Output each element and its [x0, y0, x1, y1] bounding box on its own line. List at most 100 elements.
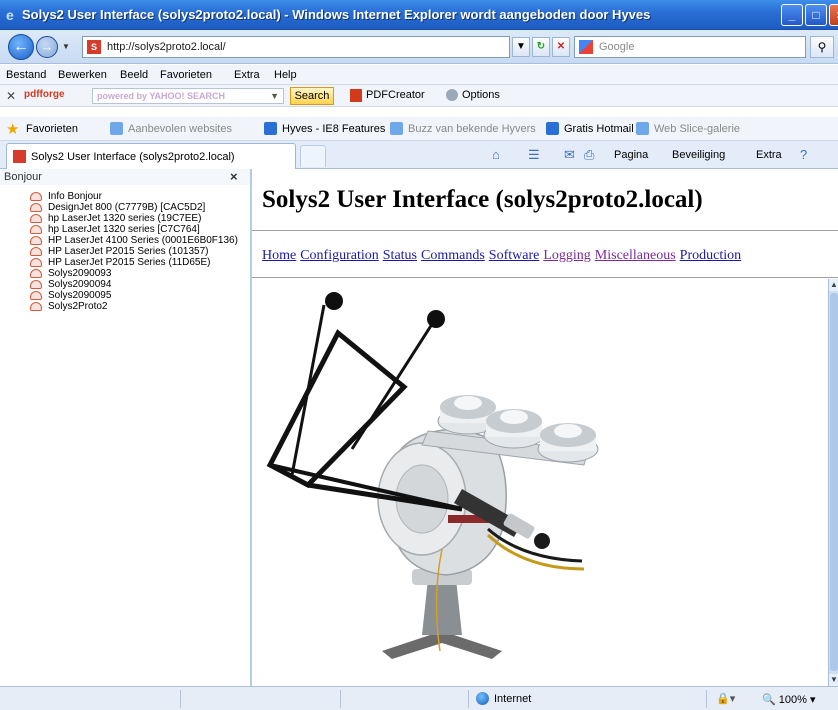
bonjour-item-label: Info Bonjour: [48, 191, 102, 202]
bonjour-header: Bonjour ×: [0, 169, 250, 185]
divider: [252, 277, 838, 278]
chevron-down-icon[interactable]: ▼: [270, 91, 279, 101]
fav-web-slice-galerie[interactable]: Web Slice-galerie: [654, 123, 740, 135]
scroll-up-icon[interactable]: ▲: [829, 279, 838, 291]
ie-logo-icon: e: [6, 7, 14, 23]
bonjour-item-label: Solys2Proto2: [48, 301, 108, 312]
menu-bestand[interactable]: Bestand: [6, 69, 46, 81]
favorites-button[interactable]: Favorieten: [26, 123, 78, 135]
bonjour-item-label: Solys2090094: [48, 279, 112, 290]
menu-bewerken[interactable]: Bewerken: [58, 69, 107, 81]
nav-link-logging[interactable]: Logging: [543, 248, 590, 263]
window-title: Solys2 User Interface (solys2proto2.loca…: [22, 7, 651, 22]
bonjour-pane: Bonjour × Info Bonjour DesignJet 800 (C77…: [0, 169, 252, 686]
menu-extra[interactable]: Extra: [234, 69, 260, 81]
feeds-icon[interactable]: ☰: [528, 147, 540, 163]
pdfcreator-button[interactable]: PDFCreator: [366, 89, 425, 101]
nav-link-production[interactable]: Production: [680, 248, 741, 263]
vertical-scrollbar[interactable]: ▲ ▼: [828, 279, 838, 686]
window-title-bar[interactable]: e Solys2 User Interface (solys2proto2.lo…: [0, 0, 838, 30]
bonjour-service-icon: [30, 247, 42, 256]
fav-gratis-hotmail[interactable]: Gratis Hotmail: [564, 123, 634, 135]
bonjour-item-label: hp LaserJet 1320 series [C7C764]: [48, 224, 200, 235]
bonjour-item-label: Solys2090093: [48, 268, 112, 279]
print-icon[interactable]: ⎙: [584, 147, 594, 163]
search-button[interactable]: ⚲: [810, 36, 834, 58]
status-divider: [340, 690, 341, 708]
bonjour-service-icon: [30, 280, 42, 289]
new-tab-button[interactable]: [300, 145, 326, 167]
home-icon[interactable]: ⌂: [492, 147, 500, 162]
mail-icon[interactable]: ✉: [564, 147, 575, 163]
nav-link-home[interactable]: Home: [262, 248, 296, 263]
tab-label: Solys2 User Interface (solys2proto2.loca…: [31, 151, 235, 163]
bonjour-service-icon: [30, 203, 42, 212]
yahoo-search-input[interactable]: powered by YAHOO! SEARCH ▼: [92, 88, 284, 104]
bonjour-service-icon: [30, 291, 42, 300]
nav-link-configuration[interactable]: Configuration: [300, 248, 379, 263]
yahoo-search-placeholder: powered by YAHOO! SEARCH: [97, 91, 226, 101]
status-divider: [706, 690, 707, 708]
close-icon[interactable]: ×: [230, 169, 238, 184]
menu-help[interactable]: Help: [274, 69, 297, 81]
scroll-down-icon[interactable]: ▼: [829, 674, 838, 686]
menu-favorieten[interactable]: Favorieten: [160, 69, 212, 81]
site-nav: Home Configuration Status Commands Software L…: [262, 248, 745, 264]
help-icon[interactable]: ?: [800, 147, 807, 162]
address-input[interactable]: S http://solys2proto2.local/: [82, 36, 510, 58]
forward-button[interactable]: →: [36, 36, 58, 58]
ie-icon: [110, 122, 123, 135]
close-window-button[interactable]: ×: [829, 4, 838, 26]
bonjour-service-icon: [30, 269, 42, 278]
search-placeholder: Google: [599, 41, 635, 53]
pdfcreator-icon: [350, 89, 362, 102]
bonjour-service-icon: [30, 302, 42, 311]
favorites-star-icon: ★: [6, 121, 20, 138]
address-row: ← → ▼ S http://solys2proto2.local/ ▼ ↻ ✕…: [0, 30, 838, 64]
bonjour-title: Bonjour: [4, 171, 42, 183]
search-input[interactable]: Google: [574, 36, 806, 58]
ie-icon: [546, 122, 559, 135]
nav-link-miscellaneous[interactable]: Miscellaneous: [595, 248, 676, 263]
options-button[interactable]: Options: [462, 89, 500, 101]
minimize-button[interactable]: _: [781, 4, 803, 26]
security-zone: Internet: [494, 693, 532, 705]
address-dropdown-button[interactable]: ▼: [512, 37, 530, 57]
page-content: Solys2 User Interface (solys2proto2.loca…: [252, 169, 838, 686]
fav-buzz-hyvers[interactable]: Buzz van bekende Hyvers: [408, 123, 536, 135]
page-title: Solys2 User Interface (solys2proto2.loca…: [262, 186, 703, 213]
solys2-sun-tracker-image: [266, 292, 599, 659]
bonjour-service-icon: [30, 192, 42, 201]
bonjour-service-icon: [30, 236, 42, 245]
history-dropdown-icon[interactable]: ▼: [62, 42, 70, 51]
stop-button[interactable]: ✕: [552, 37, 570, 57]
instrument-frame: ▲ ▼: [252, 279, 838, 686]
extra-menu[interactable]: Extra: [756, 149, 782, 161]
bonjour-item-label: DesignJet 800 (C7779B) [CAC5D2]: [48, 202, 206, 213]
site-favicon-icon: S: [87, 40, 101, 54]
beveiliging-menu[interactable]: Beveiliging: [672, 149, 725, 161]
menu-beeld[interactable]: Beeld: [120, 69, 148, 81]
scroll-thumb[interactable]: [830, 293, 838, 671]
tab-solys2[interactable]: Solys2 User Interface (solys2proto2.loca…: [6, 143, 296, 169]
menu-bar: Bestand Bewerken Beeld Favorieten Extra …: [0, 65, 838, 85]
fav-hyves-ie8[interactable]: Hyves - IE8 Features: [282, 123, 385, 135]
yahoo-search-button[interactable]: Search: [290, 87, 334, 105]
zoom-level[interactable]: 🔍 100% ▾: [762, 693, 815, 706]
nav-link-commands[interactable]: Commands: [421, 248, 485, 263]
tab-row: Solys2 User Interface (solys2proto2.loca…: [0, 141, 838, 169]
maximize-button[interactable]: □: [805, 4, 827, 26]
fav-aanbevolen-websites[interactable]: Aanbevolen websites: [128, 123, 232, 135]
favorites-bar: ★ Favorieten Aanbevolen websites Hyves -…: [0, 117, 838, 141]
refresh-button[interactable]: ↻: [532, 37, 550, 57]
pagina-menu[interactable]: Pagina: [614, 149, 648, 161]
pdfforge-toolbar: ✕ pdfforge powered by YAHOO! SEARCH ▼ Se…: [0, 85, 838, 107]
nav-link-status[interactable]: Status: [383, 248, 417, 263]
bonjour-item-label: HP LaserJet P2015 Series (11D65E): [48, 257, 211, 268]
back-button[interactable]: ←: [8, 34, 34, 60]
nav-link-software[interactable]: Software: [489, 248, 540, 263]
divider: [252, 230, 838, 231]
pdfforge-logo[interactable]: pdfforge: [24, 89, 65, 100]
close-toolbar-icon[interactable]: ✕: [6, 89, 16, 103]
protected-mode-icon[interactable]: 🔒▾: [716, 692, 735, 705]
